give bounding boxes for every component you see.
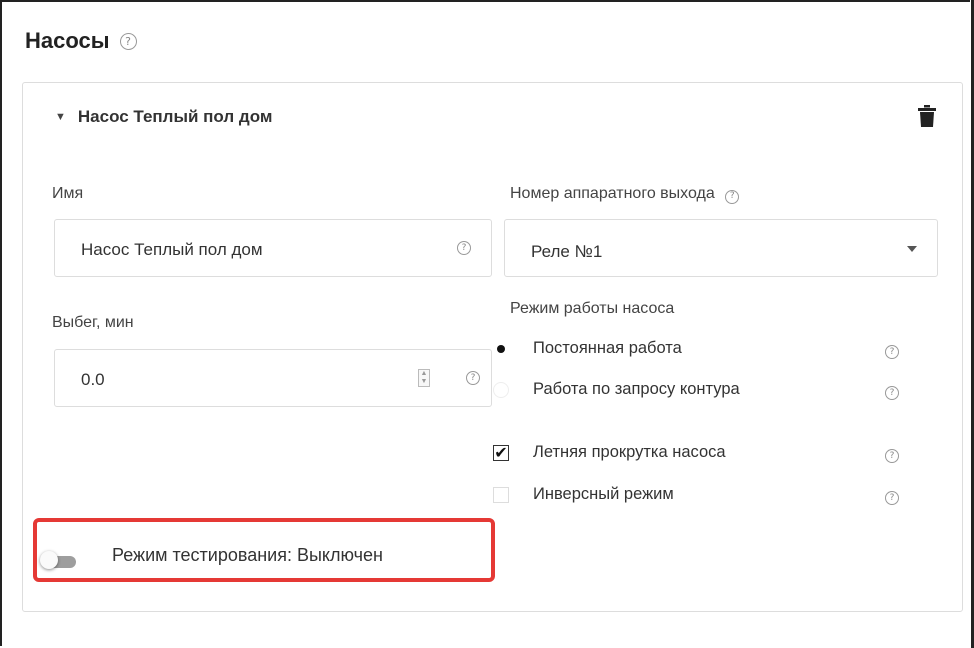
test-mode-toggle[interactable] xyxy=(40,551,76,569)
pump-card-header[interactable]: ▼ Насос Теплый пол дом xyxy=(55,107,272,127)
mode-option-label: Работа по запросу контура xyxy=(533,380,740,398)
pump-title: Насос Теплый пол дом xyxy=(77,107,273,126)
toggle-knob[interactable] xyxy=(40,551,58,569)
help-icon[interactable]: ? xyxy=(885,386,899,400)
radio-selected[interactable] xyxy=(493,341,509,357)
help-icon[interactable]: ? xyxy=(725,189,740,204)
chevron-down-icon[interactable] xyxy=(907,246,917,252)
help-icon[interactable]: ? xyxy=(457,241,471,255)
checkbox-unchecked[interactable] xyxy=(493,486,509,503)
output-value: Реле №1 xyxy=(531,242,603,261)
checkbox-checked[interactable]: ✔ xyxy=(493,443,509,462)
output-select[interactable]: Реле №1 xyxy=(504,219,938,277)
option-label: Инверсный режим xyxy=(533,485,674,503)
help-icon[interactable]: ? xyxy=(119,32,137,50)
option-inverse-mode[interactable]: Инверсный режим xyxy=(493,485,674,504)
trash-icon[interactable] xyxy=(918,105,936,127)
mode-option-on-demand[interactable]: Работа по запросу контура xyxy=(493,380,740,399)
runout-label: Выбег, мин xyxy=(52,314,134,331)
help-icon[interactable]: ? xyxy=(885,345,899,359)
help-icon[interactable]: ? xyxy=(466,371,480,385)
output-label: Номер аппаратного выхода ? xyxy=(510,185,740,204)
caret-down-icon[interactable]: ▼ xyxy=(55,111,66,123)
test-mode-label: Режим тестирования: Выключен xyxy=(112,545,383,565)
help-icon[interactable]: ? xyxy=(885,449,899,463)
name-label: Имя xyxy=(52,185,84,202)
page-title: Насосы xyxy=(25,28,110,53)
option-label: Летняя прокрутка насоса xyxy=(533,443,726,461)
mode-option-constant[interactable]: Постоянная работа xyxy=(493,339,682,358)
mode-label: Режим работы насоса xyxy=(510,300,675,317)
runout-value[interactable]: 0.0 xyxy=(81,370,105,390)
help-icon[interactable]: ? xyxy=(885,491,899,505)
stepper-icon[interactable]: ▲ ▼ xyxy=(418,369,430,387)
mode-option-label: Постоянная работа xyxy=(533,339,682,357)
page-header: Насосы ? xyxy=(25,28,137,54)
runout-field[interactable]: 0.0 ▲ ▼ ? xyxy=(54,349,492,407)
name-value[interactable]: Насос Теплый пол дом xyxy=(81,240,263,260)
output-label-text: Номер аппаратного выхода xyxy=(510,185,715,202)
radio-unselected[interactable] xyxy=(493,381,509,398)
name-field[interactable]: Насос Теплый пол дом ? xyxy=(54,219,492,277)
option-summer-cycle[interactable]: ✔ Летняя прокрутка насоса xyxy=(493,443,726,462)
